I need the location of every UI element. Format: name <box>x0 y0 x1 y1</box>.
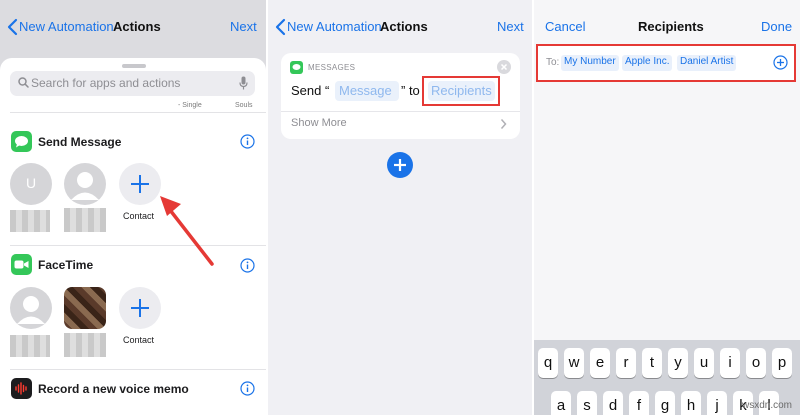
annotation-highlight-box <box>422 76 500 106</box>
blurred-contact-name <box>10 210 50 232</box>
divider <box>281 111 520 112</box>
annotation-highlight-box <box>536 44 796 82</box>
key[interactable]: y <box>668 348 688 378</box>
key[interactable]: h <box>681 391 701 415</box>
key[interactable]: d <box>603 391 623 415</box>
messages-app-icon <box>290 61 303 74</box>
key[interactable]: f <box>629 391 649 415</box>
next-button[interactable]: Next <box>230 19 257 35</box>
action-text-to: ” to <box>401 83 420 98</box>
info-icon[interactable] <box>240 134 255 149</box>
avatar-initial: U <box>25 175 37 191</box>
send-message-title[interactable]: Send Message <box>38 135 121 149</box>
cancel-button[interactable]: Cancel <box>545 19 585 35</box>
plus-icon <box>394 159 406 171</box>
blurred-contact-name <box>64 208 106 232</box>
back-button[interactable]: New Automation <box>19 19 114 35</box>
add-contact-button[interactable] <box>119 287 161 329</box>
key[interactable]: e <box>590 348 610 378</box>
key[interactable]: w <box>564 348 584 378</box>
key[interactable]: r <box>616 348 636 378</box>
divider <box>10 112 266 113</box>
sheet-grabber[interactable] <box>122 64 146 68</box>
faint-label: - Single <box>178 102 202 109</box>
info-icon[interactable] <box>240 258 255 273</box>
message-parameter[interactable]: Message <box>339 83 392 98</box>
messages-app-icon <box>11 131 32 152</box>
done-button[interactable]: Done <box>761 19 792 35</box>
key[interactable]: o <box>746 348 766 378</box>
next-button[interactable]: Next <box>497 19 524 35</box>
annotation-arrow-icon <box>160 196 214 266</box>
key[interactable]: g <box>655 391 675 415</box>
actions-editor-panel: New Automation Actions Next MESSAGES Sho… <box>268 0 532 415</box>
blurred-contact-name <box>10 335 50 357</box>
blurred-contact-photo[interactable] <box>64 287 106 329</box>
close-icon <box>500 63 508 71</box>
search-icon <box>18 77 29 88</box>
key[interactable]: i <box>720 348 740 378</box>
show-more-button[interactable]: Show More <box>291 117 347 129</box>
contact-avatar[interactable]: U <box>10 163 52 205</box>
add-action-button[interactable] <box>387 152 413 178</box>
back-button[interactable]: New Automation <box>287 19 382 35</box>
key[interactable]: u <box>694 348 714 378</box>
key[interactable]: s <box>577 391 597 415</box>
faint-label: Souls <box>235 102 253 109</box>
person-icon <box>17 296 45 324</box>
nav-bar: New Automation Actions Next <box>0 0 266 52</box>
info-icon[interactable] <box>240 381 255 396</box>
chevron-right-icon[interactable] <box>500 118 507 130</box>
voice-memos-app-icon <box>11 378 32 399</box>
actions-sheet: Search for apps and actions - Single Sou… <box>0 58 266 415</box>
actions-panel: New Automation Actions Next Search for a… <box>0 0 266 415</box>
nav-title: Actions <box>113 19 161 34</box>
divider <box>10 245 266 246</box>
blurred-contact-name <box>64 333 106 357</box>
chevron-left-icon[interactable] <box>275 18 286 36</box>
contact-avatar[interactable] <box>10 287 52 329</box>
search-input[interactable]: Search for apps and actions <box>31 76 180 90</box>
facetime-app-icon <box>11 254 32 275</box>
nav-title: Recipients <box>638 19 704 34</box>
key[interactable]: t <box>642 348 662 378</box>
microphone-icon[interactable] <box>239 76 248 90</box>
add-contact-label: Contact <box>123 335 155 345</box>
key[interactable]: p <box>772 348 792 378</box>
divider <box>10 369 266 370</box>
facetime-title[interactable]: FaceTime <box>38 258 93 272</box>
nav-title: Actions <box>380 19 428 34</box>
person-icon <box>71 172 99 200</box>
action-app-label: MESSAGES <box>308 63 356 72</box>
recipients-panel: Cancel Recipients Done To: My Number App… <box>534 0 800 415</box>
contact-avatar[interactable] <box>64 163 106 205</box>
plus-icon <box>131 299 149 317</box>
key[interactable]: a <box>551 391 571 415</box>
nav-bar: New Automation Actions Next <box>268 0 532 52</box>
watermark: wsxdn.com <box>741 400 792 411</box>
search-field[interactable]: Search for apps and actions <box>10 71 255 96</box>
action-text-send: Send “ <box>291 83 330 98</box>
voice-memo-title[interactable]: Record a new voice memo <box>38 382 189 396</box>
key[interactable]: q <box>538 348 558 378</box>
key[interactable]: j <box>707 391 727 415</box>
remove-action-button[interactable] <box>497 60 511 74</box>
chevron-left-icon[interactable] <box>7 18 18 36</box>
